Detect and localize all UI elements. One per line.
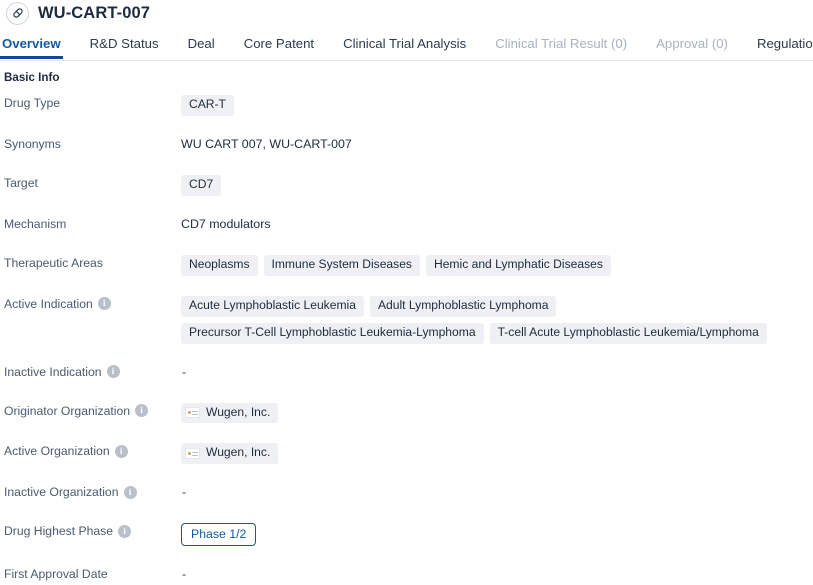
info-icon[interactable]: i <box>106 365 120 379</box>
field-active-indication: Active Indication i Acute Lymphoblastic … <box>2 294 809 344</box>
synonyms-text: WU CART 007, WU-CART-007 <box>181 136 352 151</box>
field-drug-highest-phase: Drug Highest Phase i Phase 1/2 <box>2 521 809 547</box>
field-label-text: Drug Type <box>4 96 61 110</box>
field-inactive-organization: Inactive Organization i - <box>2 482 809 503</box>
field-label-text: Active Organization <box>4 444 110 459</box>
field-label-text: Therapeutic Areas <box>4 255 103 270</box>
tab-core-patent[interactable]: Core Patent <box>244 30 314 59</box>
phase-badge[interactable]: Phase 1/2 <box>181 523 257 547</box>
field-label: Active Organization i <box>2 441 181 458</box>
field-value: CD7 <box>181 173 809 196</box>
field-label-text: Synonyms <box>4 136 61 151</box>
field-label: Inactive Organization i <box>2 482 181 499</box>
organization-logo-icon <box>185 447 200 459</box>
organization-name: Wugen, Inc. <box>206 445 271 460</box>
field-value: - <box>181 362 809 379</box>
tab-clinical-trial-analysis[interactable]: Clinical Trial Analysis <box>343 30 466 59</box>
field-label: Mechanism <box>2 214 181 231</box>
chip-target[interactable]: CD7 <box>181 174 222 196</box>
field-label: Therapeutic Areas <box>2 253 181 270</box>
field-value: CAR-T <box>181 93 809 116</box>
chip-indication[interactable]: Adult Lymphoblastic Lymphoma <box>369 295 557 317</box>
field-label-text: Inactive Indication <box>4 364 102 379</box>
field-synonyms: Synonyms WU CART 007, WU-CART-007 <box>2 134 809 155</box>
field-label: Drug Highest Phase i <box>2 521 181 538</box>
field-label-text: Mechanism <box>4 216 67 231</box>
field-value: WU CART 007, WU-CART-007 <box>181 134 809 151</box>
field-value: Neoplasms Immune System Diseases Hemic a… <box>181 253 809 276</box>
capsule-pill-icon <box>6 1 29 25</box>
field-therapeutic-areas: Therapeutic Areas Neoplasms Immune Syste… <box>2 253 809 276</box>
tab-deal[interactable]: Deal <box>188 30 215 59</box>
chip-indication[interactable]: T-cell Acute Lymphoblastic Leukemia/Lymp… <box>489 322 767 344</box>
tab-clinical-trial-result[interactable]: Clinical Trial Result (0) <box>495 30 627 59</box>
field-label-text: Active Indication <box>4 296 93 311</box>
overview-panel: Basic Info Drug Type CAR-T Synonyms WU C… <box>0 61 813 585</box>
chip-therapeutic-area[interactable]: Neoplasms <box>181 254 258 276</box>
empty-value: - <box>182 567 187 582</box>
chip-therapeutic-area[interactable]: Immune System Diseases <box>263 254 420 276</box>
page-header: WU-CART-007 <box>0 0 813 26</box>
tab-regulation[interactable]: Regulation <box>757 30 813 59</box>
chip-indication[interactable]: Acute Lymphoblastic Leukemia <box>181 295 364 317</box>
organization-logo-icon <box>185 406 200 418</box>
field-label-text: First Approval Date <box>4 567 108 582</box>
info-icon[interactable]: i <box>97 297 111 311</box>
field-first-approval-date: First Approval Date - <box>2 564 809 585</box>
empty-value: - <box>182 364 187 379</box>
organization-name: Wugen, Inc. <box>206 404 271 419</box>
field-label: Target <box>2 173 181 190</box>
field-originator-organization: Originator Organization i Wugen, Inc. <box>2 401 809 424</box>
page-title: WU-CART-007 <box>38 3 151 22</box>
field-value: Wugen, Inc. <box>181 441 809 465</box>
field-label: Inactive Indication i <box>2 362 181 379</box>
field-mechanism: Mechanism CD7 modulators <box>2 214 809 235</box>
field-label: Originator Organization i <box>2 401 181 418</box>
field-target: Target CD7 <box>2 173 809 196</box>
mechanism-text: CD7 modulators <box>181 216 271 231</box>
field-value: Phase 1/2 <box>181 521 809 547</box>
info-icon[interactable]: i <box>123 485 137 499</box>
tab-rd-status[interactable]: R&D Status <box>90 30 159 59</box>
section-title-basic-info: Basic Info <box>4 71 60 84</box>
chip-organization[interactable]: Wugen, Inc. <box>181 443 279 465</box>
field-label-text: Inactive Organization <box>4 485 119 500</box>
field-value: Acute Lymphoblastic Leukemia Adult Lymph… <box>181 294 809 344</box>
field-label-text: Originator Organization <box>4 403 130 418</box>
info-icon[interactable]: i <box>114 444 128 458</box>
tab-overview[interactable]: Overview <box>0 30 63 60</box>
info-icon[interactable]: i <box>135 404 148 418</box>
field-label: Synonyms <box>2 134 181 151</box>
field-label-text: Target <box>4 175 38 190</box>
chip-therapeutic-area[interactable]: Hemic and Lymphatic Diseases <box>425 254 611 276</box>
chip-organization[interactable]: Wugen, Inc. <box>181 402 279 424</box>
field-active-organization: Active Organization i Wugen, Inc. <box>2 441 809 465</box>
basic-info-fields: Drug Type CAR-T Synonyms WU CART 007, WU… <box>2 84 809 585</box>
field-value: Wugen, Inc. <box>181 401 809 424</box>
field-label: Drug Type <box>2 93 181 110</box>
field-inactive-indication: Inactive Indication i - <box>2 362 809 383</box>
chip-drug-type[interactable]: CAR-T <box>181 95 234 116</box>
field-label: Active Indication i <box>2 294 181 311</box>
empty-value: - <box>182 485 187 500</box>
chip-indication[interactable]: Precursor T-Cell Lymphoblastic Leukemia-… <box>181 322 484 344</box>
info-icon[interactable]: i <box>118 524 132 538</box>
field-drug-type: Drug Type CAR-T <box>2 93 809 116</box>
field-value: - <box>181 482 809 499</box>
tab-bar: Overview R&D Status Deal Core Patent Cli… <box>0 30 813 61</box>
tab-approval[interactable]: Approval (0) <box>656 30 728 59</box>
field-value: CD7 modulators <box>181 214 809 231</box>
field-label-text: Drug Highest Phase <box>4 524 114 539</box>
